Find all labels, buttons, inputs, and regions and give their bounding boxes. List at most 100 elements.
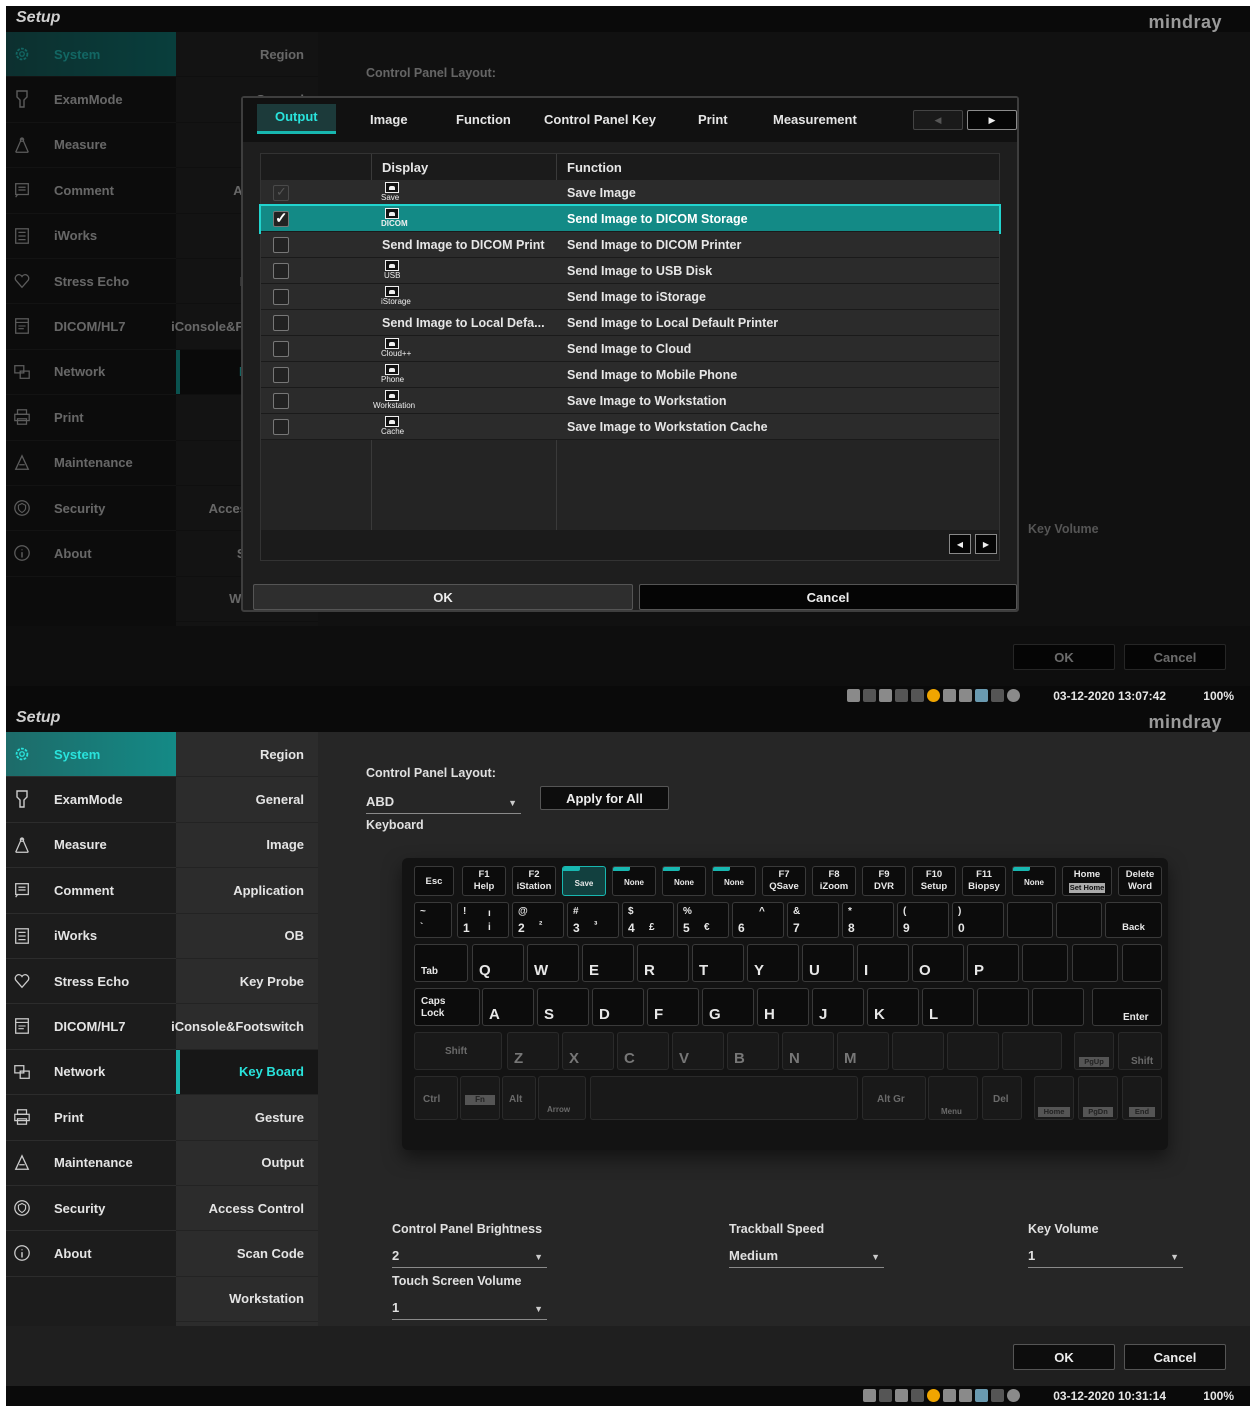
- key-comma[interactable]: [892, 1032, 944, 1070]
- scroll-right-button[interactable]: ▶: [975, 534, 997, 554]
- key-esc[interactable]: Esc: [414, 866, 454, 896]
- key-9[interactable]: (9: [897, 902, 949, 938]
- key-4[interactable]: $4 £: [622, 902, 674, 938]
- key-b[interactable]: B: [727, 1032, 779, 1070]
- key-r[interactable]: R: [637, 944, 689, 982]
- table-row[interactable]: Send Image to DICOM Print Send Image to …: [261, 232, 999, 258]
- key-g[interactable]: G: [702, 988, 754, 1026]
- table-row[interactable]: Phone Send Image to Mobile Phone: [261, 362, 999, 388]
- tab-function[interactable]: Function: [456, 112, 511, 142]
- key-backslash[interactable]: [1122, 944, 1162, 982]
- tab-prev-button[interactable]: ◀: [913, 110, 963, 130]
- key-shift-left[interactable]: Shift: [414, 1032, 502, 1070]
- tab-next-button[interactable]: ▶: [967, 110, 1017, 130]
- table-row[interactable]: Cloud++ Send Image to Cloud: [261, 336, 999, 362]
- sidebar-item-measure[interactable]: Measure: [6, 823, 176, 869]
- key-c[interactable]: C: [617, 1032, 669, 1070]
- key-t[interactable]: T: [692, 944, 744, 982]
- key-ctrl[interactable]: Ctrl: [414, 1076, 458, 1120]
- key-n[interactable]: N: [782, 1032, 834, 1070]
- sidebar-item-system[interactable]: System: [6, 732, 176, 778]
- subnav-item-access-control[interactable]: Access Control: [176, 1186, 318, 1232]
- key-x[interactable]: X: [562, 1032, 614, 1070]
- key-7[interactable]: & 7: [787, 902, 839, 938]
- key-f[interactable]: F: [647, 988, 699, 1026]
- key-semicolon[interactable]: [977, 988, 1029, 1026]
- subnav-item-workstation[interactable]: Workstation: [176, 1277, 318, 1323]
- cancel-button[interactable]: Cancel: [1124, 1344, 1226, 1370]
- brightness-select[interactable]: 2 ▼: [392, 1244, 547, 1268]
- sidebar-item-iworks[interactable]: iWorks: [6, 914, 176, 959]
- tab-measurement[interactable]: Measurement: [773, 112, 857, 142]
- key-f1[interactable]: F1 Help: [462, 866, 506, 896]
- key-custom-1[interactable]: None: [612, 866, 656, 896]
- key-quote[interactable]: [1032, 988, 1084, 1026]
- sidebar-item-comment[interactable]: Comment: [6, 868, 176, 914]
- key-k[interactable]: K: [867, 988, 919, 1026]
- key-e[interactable]: E: [582, 944, 634, 982]
- tab-print[interactable]: Print: [698, 112, 728, 142]
- subnav-item-scan-code[interactable]: Scan Code: [176, 1231, 318, 1277]
- table-row[interactable]: Workstation Save Image to Workstation: [261, 388, 999, 414]
- key-j[interactable]: J: [812, 988, 864, 1026]
- row-checkbox[interactable]: [273, 419, 289, 435]
- subnav-item-iconsole[interactable]: iConsole&Footswitch: [171, 1004, 318, 1050]
- key-arrow-down[interactable]: PgDn: [1078, 1076, 1118, 1120]
- key-f7[interactable]: F7 QSave: [762, 866, 806, 896]
- key-f2[interactable]: F2 iStation: [512, 866, 556, 896]
- row-checkbox[interactable]: [273, 263, 289, 279]
- subnav-item-region[interactable]: Region: [176, 732, 318, 778]
- key-6[interactable]: ^ 6: [732, 902, 784, 938]
- key-o[interactable]: O: [912, 944, 964, 982]
- dialog-ok-button[interactable]: OK: [253, 584, 633, 610]
- key-custom-3[interactable]: None: [712, 866, 756, 896]
- key-plus[interactable]: [1056, 902, 1102, 938]
- apply-for-all-button[interactable]: Apply for All: [540, 786, 669, 810]
- subnav-item-key-probe[interactable]: Key Probe: [176, 959, 318, 1005]
- key-arrow-left[interactable]: Home: [1034, 1076, 1074, 1120]
- key-menu[interactable]: Menu: [928, 1076, 978, 1120]
- subnav-item-image[interactable]: Image: [176, 823, 318, 869]
- key-slash[interactable]: [1002, 1032, 1062, 1070]
- key-h[interactable]: H: [757, 988, 809, 1026]
- key-minus[interactable]: [1007, 902, 1053, 938]
- key-v[interactable]: V: [672, 1032, 724, 1070]
- sidebar-item-security[interactable]: Security: [6, 1186, 176, 1232]
- key-save[interactable]: Save: [562, 866, 606, 896]
- key-tab[interactable]: Tab: [414, 944, 468, 982]
- key-f8[interactable]: F8 iZoom: [812, 866, 856, 896]
- key-f9[interactable]: F9 DVR: [862, 866, 906, 896]
- key-volume-select[interactable]: 1 ▼: [1028, 1244, 1183, 1268]
- tab-control-panel-key[interactable]: Control Panel Key: [544, 112, 656, 142]
- key-arrow[interactable]: Arrow: [538, 1076, 586, 1120]
- table-row[interactable]: USB Send Image to USB Disk: [261, 258, 999, 284]
- dialog-cancel-button[interactable]: Cancel: [639, 584, 1017, 610]
- key-home[interactable]: Home Set Home: [1062, 866, 1112, 896]
- ok-button[interactable]: OK: [1013, 1344, 1115, 1370]
- key-bracket-right[interactable]: [1072, 944, 1118, 982]
- subnav-item-output[interactable]: Output: [176, 1141, 318, 1186]
- key-f10[interactable]: F10 Setup: [912, 866, 956, 896]
- key-z[interactable]: Z: [507, 1032, 559, 1070]
- key-enter[interactable]: Enter: [1092, 988, 1162, 1026]
- key-8[interactable]: * 8: [842, 902, 894, 938]
- key-s[interactable]: S: [537, 988, 589, 1026]
- sidebar-item-network[interactable]: Network: [6, 1050, 176, 1096]
- row-checkbox[interactable]: [273, 209, 289, 227]
- row-checkbox[interactable]: [273, 367, 289, 383]
- key-w[interactable]: W: [527, 944, 579, 982]
- key-0[interactable]: ) 0: [952, 902, 1004, 938]
- key-space[interactable]: [590, 1076, 858, 1120]
- key-period[interactable]: [947, 1032, 999, 1070]
- key-3[interactable]: #3 ³: [567, 902, 619, 938]
- row-checkbox[interactable]: [273, 393, 289, 409]
- key-a[interactable]: A: [482, 988, 534, 1026]
- key-2[interactable]: @2 ²: [512, 902, 564, 938]
- key-delete[interactable]: Delete Word: [1118, 866, 1162, 896]
- table-row[interactable]: Save Save Image: [261, 180, 999, 206]
- subnav-item-ob[interactable]: OB: [176, 914, 318, 959]
- key-del[interactable]: Del: [982, 1076, 1022, 1120]
- key-arrow-right[interactable]: End: [1122, 1076, 1162, 1120]
- table-row[interactable]: Send Image to Local Defa... Send Image t…: [261, 310, 999, 336]
- key-arrow-up[interactable]: PgUp: [1074, 1032, 1114, 1070]
